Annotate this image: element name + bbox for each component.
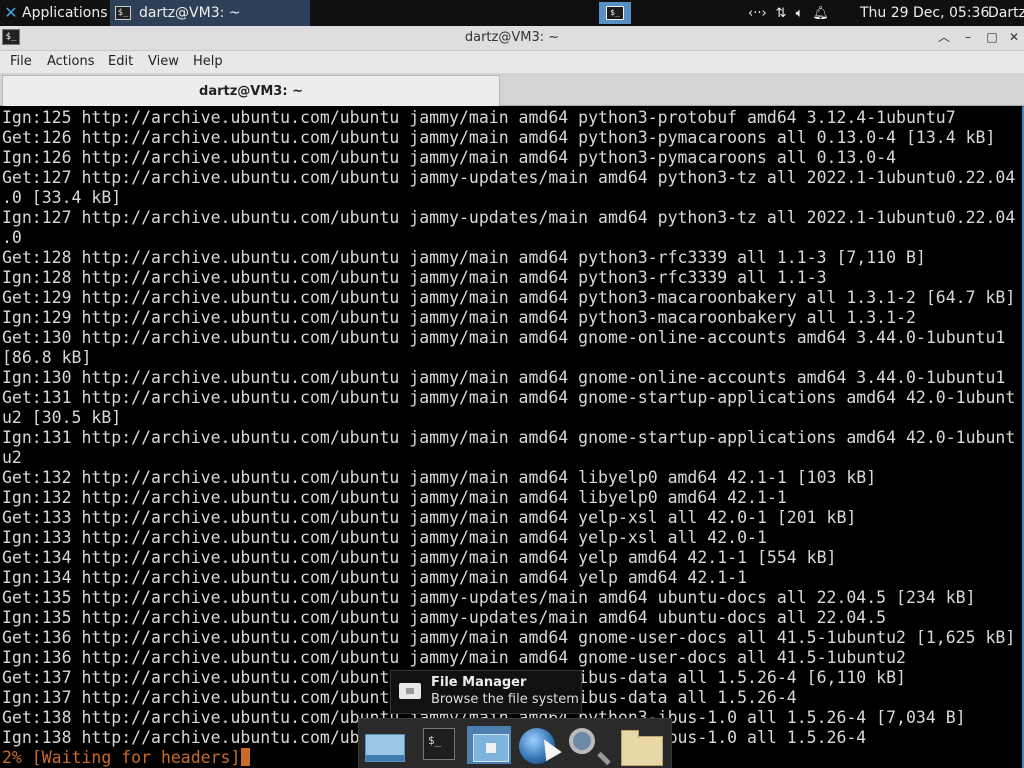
tooltip-title: File Manager	[431, 675, 527, 690]
dock-file-manager[interactable]	[467, 726, 511, 764]
show-desktop-icon	[365, 734, 405, 762]
folder-icon	[621, 730, 663, 766]
dock-terminal[interactable]: $_	[417, 726, 461, 764]
tab-terminal[interactable]: dartz@VM3: ~	[2, 75, 500, 106]
terminal-line: Ign:125 http://archive.ubuntu.com/ubuntu…	[2, 108, 956, 127]
top-panel: ✕ Applications $_ dartz@VM3: ~ $_ ‹··› ⇅…	[0, 0, 1024, 26]
menu-actions[interactable]: Actions	[47, 54, 95, 69]
terminal-line: Ign:133 http://archive.ubuntu.com/ubuntu…	[2, 528, 767, 547]
dock-show-desktop[interactable]	[361, 726, 405, 764]
terminal-line: Get:134 http://archive.ubuntu.com/ubuntu…	[2, 548, 837, 567]
window-titlebar[interactable]: $_ dartz@VM3: ~ ︿ – □ ✕	[0, 26, 1024, 51]
menu-file[interactable]: File	[10, 54, 32, 69]
progress-text: 2% [Waiting for headers]	[2, 748, 241, 767]
taskbar-terminal-button[interactable]: $_ dartz@VM3: ~	[110, 0, 310, 26]
notification-bell-icon[interactable]: 🔔︎	[812, 6, 829, 21]
terminal-line: Ign:126 http://archive.ubuntu.com/ubuntu…	[2, 148, 897, 167]
terminal-line: Get:129 http://archive.ubuntu.com/ubuntu…	[2, 288, 1016, 307]
roll-up-icon[interactable]: ︿	[936, 29, 952, 45]
terminal-line: Get:127 http://archive.ubuntu.com/ubuntu…	[2, 168, 1016, 187]
menu-edit[interactable]: Edit	[108, 54, 133, 69]
terminal-line: Get:130 http://archive.ubuntu.com/ubuntu…	[2, 328, 1006, 347]
terminal-icon: $_	[423, 728, 455, 760]
workspace-terminal-button[interactable]: $_	[599, 2, 631, 24]
dock: $_	[358, 718, 672, 768]
terminal-line: Get:126 http://archive.ubuntu.com/ubuntu…	[2, 128, 996, 147]
maximize-icon[interactable]: □	[984, 29, 1000, 45]
terminal-cursor	[241, 748, 251, 766]
terminal-icon: $_	[115, 6, 131, 20]
terminal-line: Ign:134 http://archive.ubuntu.com/ubuntu…	[2, 568, 748, 587]
home-folder-icon	[473, 734, 509, 762]
terminal-line: Get:128 http://archive.ubuntu.com/ubuntu…	[2, 248, 926, 267]
tab-bar: dartz@VM3: ~	[0, 73, 1024, 106]
terminal-line: .0 [33.4 kB]	[2, 188, 122, 207]
menu-help[interactable]: Help	[193, 54, 223, 69]
dock-tooltip: File Manager Browse the file system	[390, 670, 582, 714]
dock-app-finder[interactable]	[565, 726, 609, 764]
terminal-line: Ign:131 http://archive.ubuntu.com/ubuntu…	[2, 428, 1016, 447]
terminal-line: Get:136 http://archive.ubuntu.com/ubuntu…	[2, 628, 1016, 647]
system-tray: ‹··› ⇅ 🔈︎ 🔔︎	[748, 0, 838, 26]
terminal-line: Get:133 http://archive.ubuntu.com/ubuntu…	[2, 508, 857, 527]
terminal-icon: $_	[606, 6, 624, 20]
terminal-line: Ign:130 http://archive.ubuntu.com/ubuntu…	[2, 368, 1006, 387]
terminal-line: .0	[2, 228, 22, 247]
terminal-line: Ign:129 http://archive.ubuntu.com/ubuntu…	[2, 308, 916, 327]
minimize-icon[interactable]: –	[960, 29, 976, 45]
terminal-line: Get:132 http://archive.ubuntu.com/ubuntu…	[2, 468, 877, 487]
xfce-mouse-icon: ✕	[4, 3, 18, 22]
terminal-line: Get:131 http://archive.ubuntu.com/ubuntu…	[2, 388, 1016, 407]
terminal-line: Ign:132 http://archive.ubuntu.com/ubuntu…	[2, 488, 787, 507]
user-menu[interactable]: Dartz	[988, 0, 1024, 26]
close-icon[interactable]: ✕	[1006, 29, 1022, 45]
applications-label: Applications	[22, 5, 108, 21]
transfer-icon[interactable]: ⇅	[776, 6, 787, 21]
file-manager-icon	[399, 683, 421, 699]
taskbar-terminal-label: dartz@VM3: ~	[139, 5, 241, 21]
terminal-line: Get:135 http://archive.ubuntu.com/ubuntu…	[2, 588, 976, 607]
terminal-line: u2 [30.5 kB]	[2, 408, 122, 427]
applications-menu-button[interactable]: ✕ Applications	[0, 0, 108, 26]
terminal-line: Ign:136 http://archive.ubuntu.com/ubuntu…	[2, 648, 906, 667]
terminal-output[interactable]: Ign:125 http://archive.ubuntu.com/ubuntu…	[0, 106, 1024, 768]
tooltip-description: Browse the file system	[431, 692, 579, 707]
window-title: dartz@VM3: ~	[464, 30, 560, 45]
terminal-line: u2	[2, 448, 22, 467]
volume-icon[interactable]: 🔈︎	[796, 6, 804, 21]
menu-bar: File Actions Edit View Help	[0, 51, 1024, 73]
terminal-line: Ign:128 http://archive.ubuntu.com/ubuntu…	[2, 268, 827, 287]
dock-folder[interactable]	[617, 726, 663, 766]
menu-view[interactable]: View	[148, 54, 179, 69]
clock[interactable]: Thu 29 Dec, 05:36	[860, 0, 989, 26]
search-icon	[569, 728, 595, 754]
network-icon[interactable]: ‹··›	[748, 6, 767, 21]
terminal-line: Ign:135 http://archive.ubuntu.com/ubuntu…	[2, 608, 887, 627]
terminal-lines: Ign:125 http://archive.ubuntu.com/ubuntu…	[2, 108, 1015, 768]
terminal-line: [86.8 kB]	[2, 348, 92, 367]
terminal-line: Ign:127 http://archive.ubuntu.com/ubuntu…	[2, 208, 1016, 227]
